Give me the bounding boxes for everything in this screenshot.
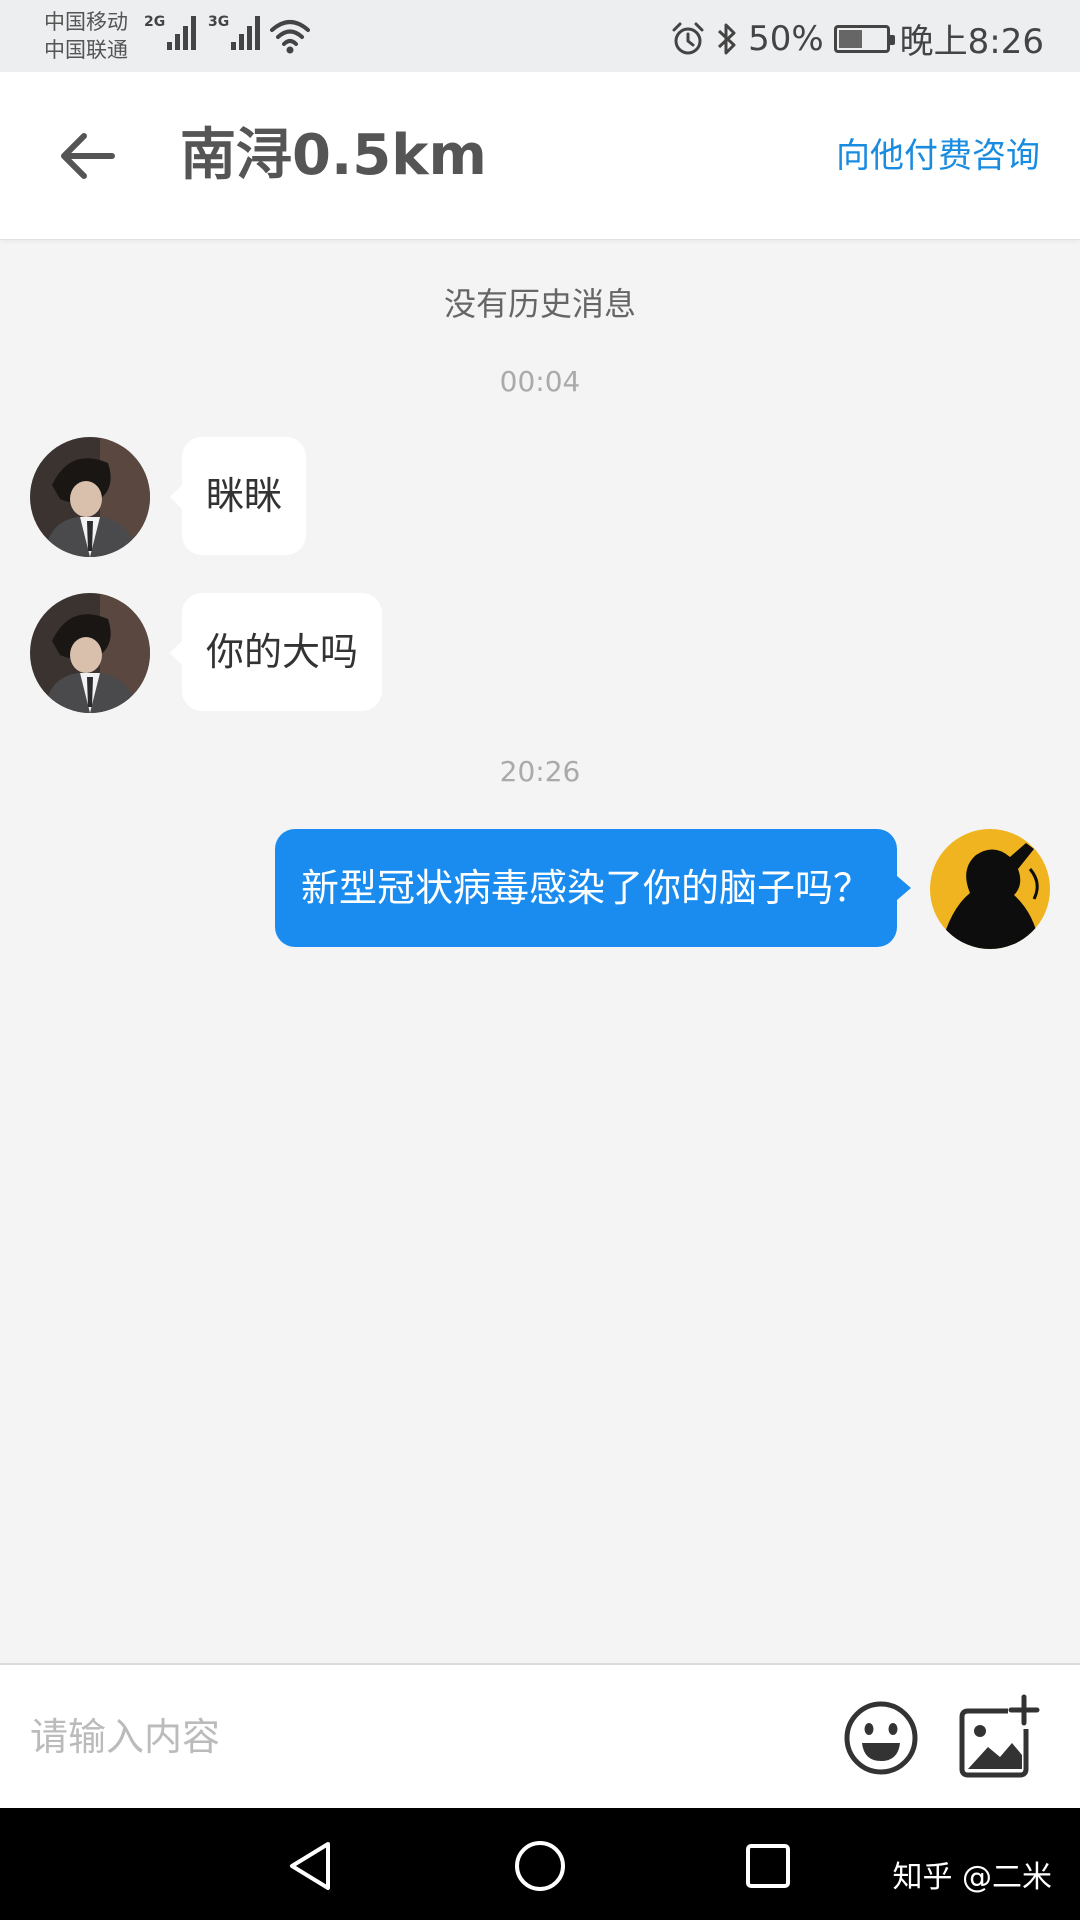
message-text: 你的大吗: [206, 630, 359, 674]
alarm-icon: [672, 22, 704, 54]
wifi-icon: [270, 20, 310, 54]
image-add-icon: [959, 1694, 1040, 1778]
carrier-1: 中国移动: [44, 10, 128, 34]
nav-back-button[interactable]: [280, 1836, 340, 1896]
add-image-button[interactable]: [958, 1693, 1040, 1779]
battery-percent: 50%: [748, 18, 824, 59]
nav-home-button[interactable]: [510, 1836, 570, 1896]
signal-icon: 3G: [208, 14, 261, 50]
carrier-2: 中国联通: [44, 38, 128, 62]
avatar[interactable]: [30, 437, 150, 557]
incoming-message-bubble[interactable]: 你的大吗: [169, 593, 383, 711]
message-text: 眯眯: [206, 474, 283, 518]
carrier-labels: 中国移动 中国联通: [44, 8, 128, 64]
signal-icon: 2G: [144, 14, 197, 50]
input-bar: [0, 1663, 1080, 1808]
network-type-1: 2G: [144, 14, 166, 30]
status-right: 50% 晚上8:26: [670, 14, 1044, 63]
battery-icon: [833, 24, 895, 53]
incoming-message-bubble[interactable]: 眯眯: [169, 437, 307, 555]
chat-area[interactable]: 没有历史消息 00:04 眯眯 你的大吗 20:26 新型冠状病毒感染了你的脑子…: [0, 241, 1080, 1663]
timestamp: 20:26: [499, 755, 581, 788]
message-input[interactable]: [30, 1701, 790, 1773]
back-triangle-icon: [290, 1842, 330, 1890]
chat-header: 南浔0.5km 向他付费咨询: [0, 72, 1080, 240]
emoji-icon: [844, 1701, 918, 1775]
arrow-left-icon: [61, 133, 115, 179]
home-circle-icon: [515, 1841, 565, 1891]
contact-avatar-icon: [30, 437, 150, 557]
outgoing-message-bubble[interactable]: 新型冠状病毒感染了你的脑子吗？: [274, 829, 912, 947]
back-button[interactable]: [52, 120, 124, 192]
emoji-button[interactable]: [842, 1699, 920, 1777]
status-bar: 中国移动 中国联通 2G 3G 50% 晚上8:26: [0, 0, 1080, 72]
nav-recents-button[interactable]: [738, 1836, 798, 1896]
page-title: 南浔0.5km: [180, 123, 487, 188]
no-history-label: 没有历史消息: [443, 285, 636, 323]
user-avatar-icon: [930, 829, 1050, 949]
clock: 晚上8:26: [899, 22, 1044, 62]
timestamp: 00:04: [499, 365, 581, 398]
recents-square-icon: [746, 1844, 790, 1888]
message-text: 新型冠状病毒感染了你的脑子吗？: [300, 866, 871, 910]
network-type-2: 3G: [208, 14, 230, 30]
bluetooth-icon: [718, 23, 736, 54]
contact-avatar-icon: [30, 593, 150, 713]
avatar[interactable]: [30, 593, 150, 713]
my-avatar[interactable]: [930, 829, 1050, 949]
paid-consult-button[interactable]: 向他付费咨询: [836, 134, 1040, 178]
watermark: 知乎 @二米: [892, 1860, 1052, 1895]
